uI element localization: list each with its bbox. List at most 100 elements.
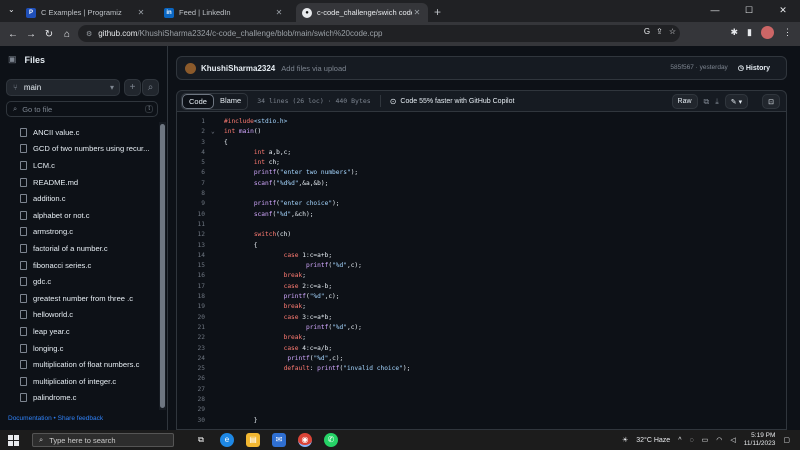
commit-message[interactable]: Add files via upload bbox=[281, 64, 346, 73]
file-item[interactable]: palindrome.c bbox=[0, 390, 158, 407]
line-number[interactable]: 28 bbox=[177, 395, 205, 405]
tab-programiz[interactable]: P C Examples | Programiz ✕ bbox=[20, 3, 152, 22]
line-number[interactable]: 25 bbox=[177, 364, 205, 374]
side-panel-icon[interactable]: ▮ bbox=[747, 27, 752, 38]
bookmark-star-icon[interactable]: ☆ bbox=[669, 27, 676, 36]
scrollbar-thumb[interactable] bbox=[160, 124, 165, 408]
line-number[interactable]: 24 bbox=[177, 354, 205, 364]
tray-chevron-icon[interactable]: ^ bbox=[678, 437, 681, 444]
file-item[interactable]: factorial of a number.c bbox=[0, 240, 158, 257]
line-number[interactable]: 12 bbox=[177, 230, 205, 240]
close-icon[interactable]: ✕ bbox=[136, 8, 146, 17]
file-item[interactable]: ANCII value.c bbox=[0, 124, 158, 141]
history-button[interactable]: ◷ History bbox=[738, 64, 770, 72]
file-item[interactable]: multiplication of integer.c bbox=[0, 373, 158, 390]
tab-linkedin[interactable]: in Feed | LinkedIn ✕ bbox=[158, 3, 290, 22]
line-number[interactable]: 8 bbox=[177, 189, 205, 199]
file-item[interactable]: leap year.c bbox=[0, 323, 158, 340]
collapse-panel-icon[interactable]: ▣ bbox=[8, 54, 17, 65]
file-explorer-icon[interactable]: ▤ bbox=[246, 433, 260, 447]
taskbar-search-input[interactable]: ⌕ Type here to search bbox=[32, 433, 174, 447]
task-view-icon[interactable]: ⧉ bbox=[194, 433, 208, 447]
add-file-button[interactable]: + bbox=[124, 79, 141, 96]
mail-icon[interactable]: ✉ bbox=[272, 433, 286, 447]
line-number[interactable]: 29 bbox=[177, 405, 205, 415]
file-item[interactable]: fibonacci series.c bbox=[0, 257, 158, 274]
commit-author[interactable]: KhushiSharma2324 bbox=[201, 64, 275, 73]
menu-icon[interactable]: ⋮ bbox=[783, 27, 792, 38]
new-tab-button[interactable]: + bbox=[434, 3, 441, 22]
line-number[interactable]: 9 bbox=[177, 199, 205, 209]
site-info-icon[interactable]: ⚙ bbox=[86, 30, 92, 38]
file-list-scrollbar[interactable] bbox=[159, 122, 166, 410]
maximize-icon[interactable]: ☐ bbox=[732, 0, 766, 22]
avatar[interactable] bbox=[761, 26, 774, 39]
line-number[interactable]: 22 bbox=[177, 333, 205, 343]
file-item[interactable]: gdc.c bbox=[0, 273, 158, 290]
branch-selector[interactable]: ⑂ main ▾ bbox=[6, 79, 120, 96]
file-item[interactable]: addition.c bbox=[0, 190, 158, 207]
line-number[interactable]: 18 bbox=[177, 292, 205, 302]
fold-chevron-icon[interactable]: ⌄ bbox=[211, 127, 215, 137]
file-item[interactable]: LCM.c bbox=[0, 157, 158, 174]
copy-icon[interactable]: ⧉ bbox=[704, 97, 710, 107]
clock[interactable]: 5:19 PM 11/11/2023 bbox=[744, 432, 776, 448]
raw-button[interactable]: Raw bbox=[671, 94, 698, 109]
line-number[interactable]: 16 bbox=[177, 271, 205, 281]
close-window-icon[interactable]: ✕ bbox=[766, 0, 800, 22]
line-number[interactable]: 11 bbox=[177, 220, 205, 230]
weather-text[interactable]: 32°C Haze bbox=[636, 437, 670, 444]
line-number[interactable]: 6 bbox=[177, 168, 205, 178]
avatar[interactable] bbox=[185, 62, 196, 74]
line-number[interactable]: 30 bbox=[177, 416, 205, 426]
line-number[interactable]: 13 bbox=[177, 241, 205, 251]
line-number[interactable]: 4 bbox=[177, 148, 205, 158]
symbols-panel-button[interactable]: ⊡ bbox=[762, 94, 780, 109]
network-icon[interactable]: ◌ bbox=[690, 437, 694, 444]
minimize-icon[interactable]: — bbox=[698, 0, 732, 22]
back-icon[interactable]: ← bbox=[4, 29, 22, 40]
footer-links[interactable]: Documentation • Share feedback bbox=[8, 415, 103, 422]
commit-hash[interactable]: 585f567 · yesterday bbox=[670, 64, 727, 72]
line-number[interactable]: 3 bbox=[177, 138, 205, 148]
tab-blame[interactable]: Blame bbox=[214, 94, 247, 109]
reload-icon[interactable]: ↻ bbox=[40, 29, 58, 40]
file-item[interactable]: greatest number from three .c bbox=[0, 290, 158, 307]
tab-github[interactable]: ● c-code_challenge/swich code.c ✕ bbox=[296, 3, 428, 22]
windows-start-icon[interactable] bbox=[8, 434, 24, 446]
line-number[interactable]: 14 bbox=[177, 251, 205, 261]
extensions-icon[interactable]: ✱ bbox=[731, 27, 739, 38]
volume-icon[interactable]: ◁ bbox=[730, 436, 735, 444]
line-number[interactable]: 15 bbox=[177, 261, 205, 271]
download-icon[interactable]: ⤓ bbox=[715, 97, 719, 107]
share-icon[interactable]: ⇪ bbox=[656, 27, 663, 36]
home-icon[interactable]: ⌂ bbox=[58, 29, 76, 40]
tab-code[interactable]: Code bbox=[182, 93, 214, 109]
file-item[interactable]: GCD of two numbers using recur... bbox=[0, 141, 158, 158]
copilot-promo[interactable]: Code 55% faster with GitHub Copilot bbox=[400, 98, 514, 105]
address-bar[interactable]: ⚙ github.com /KhushiSharma2324/c-code_ch… bbox=[78, 25, 680, 42]
go-to-file-input[interactable]: ⌕ Go to file t bbox=[6, 101, 158, 117]
close-icon[interactable]: ✕ bbox=[274, 8, 284, 17]
google-icon[interactable]: G bbox=[644, 27, 650, 36]
line-number[interactable]: 10 bbox=[177, 210, 205, 220]
line-number[interactable]: 19 bbox=[177, 302, 205, 312]
wifi-icon[interactable]: ◠ bbox=[716, 436, 722, 444]
tab-search-icon[interactable]: ⌄ bbox=[8, 5, 15, 14]
edge-icon[interactable]: e bbox=[220, 433, 234, 447]
file-item[interactable]: alphabet or not.c bbox=[0, 207, 158, 224]
line-number[interactable]: 26 bbox=[177, 374, 205, 384]
line-number[interactable]: 7 bbox=[177, 179, 205, 189]
forward-icon[interactable]: → bbox=[22, 29, 40, 40]
code-viewer[interactable]: 1 #include<stdio.h> 2 ⌄ int main() 3{4 int a,… bbox=[176, 112, 787, 430]
line-number[interactable]: 2 bbox=[177, 127, 205, 137]
close-icon[interactable]: ✕ bbox=[412, 8, 422, 17]
file-item[interactable]: longing.c bbox=[0, 340, 158, 357]
file-item[interactable]: README.md bbox=[0, 174, 158, 191]
search-button[interactable]: ⌕ bbox=[142, 79, 159, 96]
line-number[interactable]: 20 bbox=[177, 313, 205, 323]
edit-button[interactable]: ✎ ▾ bbox=[724, 94, 749, 109]
notifications-icon[interactable]: ▢ bbox=[783, 436, 790, 444]
line-number[interactable]: 1 bbox=[177, 117, 205, 127]
chrome-icon[interactable]: ◉ bbox=[298, 433, 312, 447]
